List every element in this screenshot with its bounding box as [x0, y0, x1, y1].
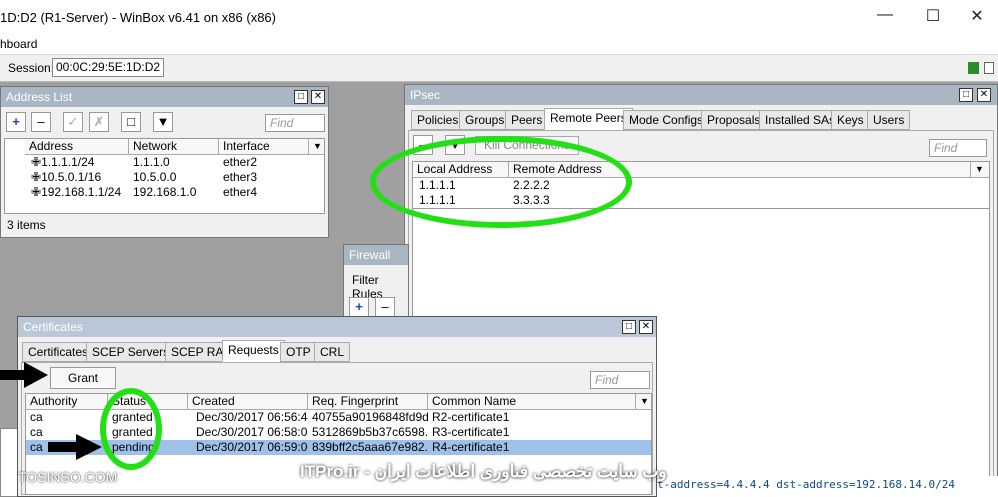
filter-icon[interactable]: ▼ — [153, 112, 173, 132]
enable-icon[interactable]: ✓ — [63, 112, 83, 132]
column-header[interactable]: Req. Fingerprint — [308, 394, 428, 410]
tab-mode-configs[interactable]: Mode Configs — [623, 110, 710, 130]
column-header[interactable]: Address — [25, 139, 129, 155]
address-list-window: Address List □ ✕ + – ✓ ✗ □ ▼ Find Addres… — [0, 86, 329, 238]
add-icon[interactable]: + — [6, 112, 26, 132]
ipsec-title: IPsec — [410, 88, 441, 102]
close-icon[interactable]: ✕ — [962, 6, 992, 28]
tab-otp[interactable]: OTP — [280, 342, 317, 362]
session-label: Session: — [8, 61, 55, 75]
minimize-icon[interactable]: — — [870, 6, 900, 28]
address-table: Address Network Interface ▼ ✙1.1.1.1/24 … — [4, 138, 325, 214]
address-value: 1.1.1.1/24 — [41, 155, 95, 169]
close-icon[interactable]: ✕ — [639, 320, 653, 334]
firewall-titlebar: Firewall — [344, 245, 408, 265]
close-icon[interactable]: ✕ — [311, 90, 325, 104]
column-header[interactable]: Common Name — [428, 394, 636, 410]
menu-dashboard[interactable]: hboard — [0, 37, 37, 51]
address-list-title: Address List — [6, 90, 73, 104]
disable-icon[interactable]: ✗ — [89, 112, 109, 132]
tab-certificates[interactable]: Certificates — [22, 342, 95, 362]
session-field[interactable]: 00:0C:29:5E:1D:D2 — [52, 58, 165, 77]
table-cell[interactable]: ether2 — [219, 155, 309, 170]
session-toolbar: Session: 00:0C:29:5E:1D:D2 — [0, 54, 998, 82]
highlight-oval-status — [100, 388, 162, 470]
column-header[interactable]: Network — [129, 139, 219, 155]
table-cell[interactable]: ca — [26, 410, 108, 425]
maximize-icon[interactable]: □ — [294, 90, 308, 104]
table-cell[interactable]: 839bff2c5aaa67e982... — [308, 440, 428, 455]
ipsec-titlebar: IPsec — [405, 85, 997, 105]
tab-policies[interactable]: Policies — [411, 110, 465, 130]
table-cell[interactable]: R2-certificate1 — [428, 410, 558, 425]
certificates-titlebar: Certificates — [18, 317, 656, 337]
address-value: 192.168.1.1/24 — [41, 185, 122, 199]
table-cell[interactable]: Dec/30/2017 06:56:44 — [192, 410, 308, 425]
table-cell[interactable]: R4-certificate1 — [428, 440, 558, 455]
remove-icon[interactable]: – — [31, 112, 51, 132]
app-titlebar: 1D:D2 (R1-Server) - WinBox v6.41 on x86 … — [0, 0, 998, 34]
find-input[interactable]: Find — [265, 114, 325, 132]
column-header[interactable]: Authority — [26, 394, 108, 410]
table-cell[interactable]: 40755a90196848fd9d... — [308, 410, 428, 425]
table-cell[interactable]: Dec/30/2017 06:58:02 — [192, 425, 308, 440]
menu-bar: hboard — [0, 34, 998, 54]
app-title: 1D:D2 (R1-Server) - WinBox v6.41 on x86 … — [0, 10, 276, 25]
tab-scep-ra[interactable]: SCEP RA — [165, 342, 230, 362]
column-header[interactable]: Created — [188, 394, 308, 410]
tab-remote-peers[interactable]: Remote Peers — [544, 108, 633, 130]
tab-peers[interactable]: Peers — [505, 110, 549, 130]
arrow-icon — [0, 362, 48, 388]
tab-scep-servers[interactable]: SCEP Servers — [86, 342, 176, 362]
table-cell[interactable]: ether3 — [219, 170, 309, 185]
table-cell[interactable]: ✙1.1.1.1/24 — [27, 155, 129, 170]
column-menu-icon[interactable]: ▼ — [636, 394, 651, 410]
watermark-left: TOSINSO.COM — [18, 469, 118, 485]
remove-icon[interactable]: – — [375, 297, 395, 317]
watermark-right: ITPro.ir - وب سایت تخصصی فناوری اطلاعات … — [300, 462, 667, 481]
arrow-icon — [48, 434, 102, 460]
safe-mode-icon[interactable] — [984, 62, 994, 74]
tab-installed-sas[interactable]: Installed SAs — [759, 110, 842, 130]
table-cell[interactable]: ✙10.5.0.1/16 — [27, 170, 129, 185]
certificates-title: Certificates — [23, 320, 84, 334]
comment-icon[interactable]: □ — [121, 112, 141, 132]
address-list-titlebar: Address List — [1, 87, 328, 107]
tab-proposals[interactable]: Proposals — [701, 110, 767, 130]
close-icon[interactable]: ✕ — [977, 88, 991, 102]
find-input[interactable]: Find — [929, 139, 987, 157]
secure-status-icon — [968, 62, 979, 74]
maximize-icon[interactable]: □ — [622, 320, 636, 334]
add-icon[interactable]: + — [349, 297, 369, 317]
tab-groups[interactable]: Groups — [459, 110, 511, 130]
column-header[interactable]: Interface — [219, 139, 309, 155]
table-cell[interactable]: 5312869b5b37c6598... — [308, 425, 428, 440]
table-cell[interactable]: R3-certificate1 — [428, 425, 558, 440]
tab-keys[interactable]: Keys — [831, 110, 870, 130]
table-cell[interactable]: 192.168.1.0 — [129, 185, 219, 200]
table-cell[interactable]: 1.1.1.0 — [129, 155, 219, 170]
table-cell[interactable]: ether4 — [219, 185, 309, 200]
tab-users[interactable]: Users — [867, 110, 911, 130]
status-count: 3 items — [7, 218, 46, 232]
grant-button[interactable]: Grant — [50, 367, 116, 389]
highlight-oval-remote-peers — [370, 136, 632, 228]
column-menu-icon[interactable]: ▼ — [309, 139, 324, 155]
table-cell[interactable]: 10.5.0.0 — [129, 170, 219, 185]
terminal-window-left — [0, 428, 18, 497]
tab-requests[interactable]: Requests — [222, 340, 285, 362]
firewall-title: Firewall — [349, 248, 391, 262]
table-cell[interactable]: ✙192.168.1.1/24 — [27, 185, 129, 200]
tab-crl[interactable]: CRL — [314, 342, 351, 362]
maximize-icon[interactable]: ☐ — [918, 6, 948, 28]
table-cell[interactable]: Dec/30/2017 06:59:00 — [192, 440, 308, 455]
address-value: 10.5.0.1/16 — [41, 170, 102, 184]
terminal-line: t-address=4.4.4.4 dst-address=192.168.14… — [657, 478, 956, 491]
terminal-window: t-address=4.4.4.4 dst-address=192.168.14… — [655, 476, 998, 497]
find-input[interactable]: Find — [590, 371, 650, 389]
maximize-icon[interactable]: □ — [959, 88, 973, 102]
column-menu-icon[interactable]: ▼ — [971, 162, 989, 178]
